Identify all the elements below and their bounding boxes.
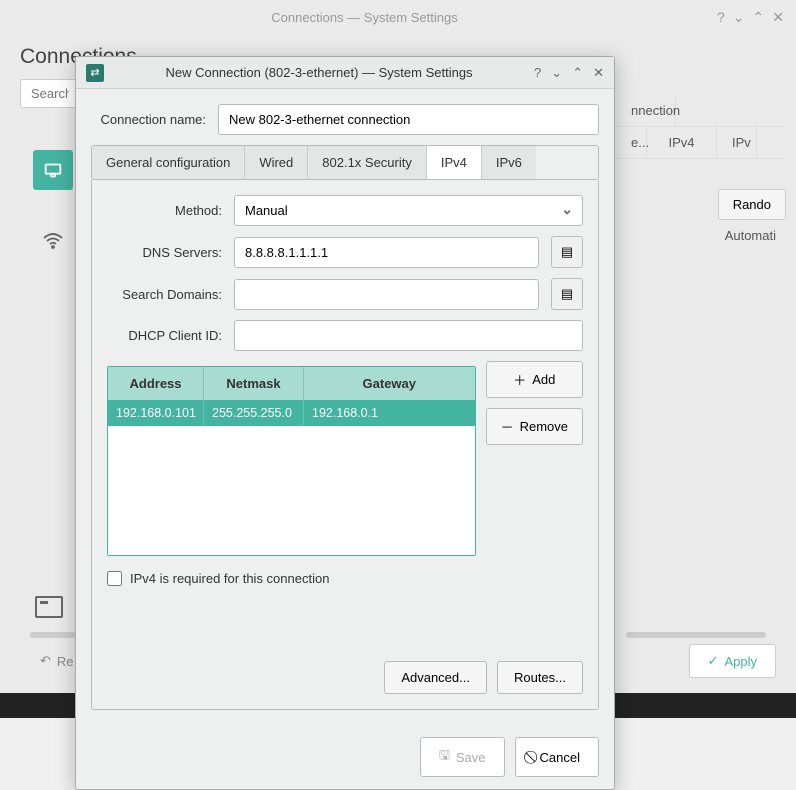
dialog-titlebar-controls: ? ⌄ ⌃ ✕ [534, 65, 604, 81]
dialog-minimize-icon[interactable]: ⌄ [551, 65, 562, 81]
dialog-help-icon[interactable]: ? [534, 65, 541, 81]
remove-button[interactable]: － Remove [486, 408, 583, 445]
routes-button[interactable]: Routes... [497, 661, 583, 694]
export-icon[interactable] [35, 596, 63, 618]
undo-icon: ↶ [40, 653, 51, 669]
tab-ipv6[interactable]: IPv6 [482, 146, 536, 179]
cell-netmask[interactable]: 255.255.255.0 [204, 400, 304, 426]
table-header: Address Netmask Gateway [108, 367, 475, 400]
minus-icon: － [501, 417, 514, 436]
wifi-icon[interactable] [33, 220, 73, 260]
tab-wired[interactable]: Wired [245, 146, 308, 179]
dialog-body: Connection name: General configuration W… [76, 89, 614, 725]
table-action-buttons: ＋ Add － Remove [486, 361, 583, 445]
search-domains-input[interactable] [234, 279, 539, 310]
scrollbar-left[interactable] [30, 632, 80, 638]
dhcp-client-id-input[interactable] [234, 320, 583, 351]
add-button[interactable]: ＋ Add [486, 361, 583, 398]
ipv4-tab-content: Method: Manual DNS Servers: ▤ Search Dom… [91, 180, 599, 710]
background-right-panel: nnection e... IPv4 IPv Rando Automati [616, 95, 786, 251]
save-icon: 🖫 [439, 746, 450, 768]
dialog-app-icon: ⇄ [86, 64, 104, 82]
edit-list-icon: ▤ [561, 286, 573, 302]
header-gateway[interactable]: Gateway [304, 367, 475, 400]
ethernet-icon[interactable] [33, 150, 73, 190]
dns-servers-label: DNS Servers: [107, 245, 222, 260]
main-titlebar-controls: ? ⌄ ⌃ ✕ [717, 9, 784, 26]
dhcp-client-id-label: DHCP Client ID: [107, 328, 222, 343]
dialog-tabs: General configuration Wired 802.1x Secur… [91, 145, 599, 180]
bg-tab-connection[interactable]: nnection [616, 95, 676, 126]
save-button[interactable]: 🖫 Save [420, 737, 505, 777]
header-address[interactable]: Address [108, 367, 204, 400]
header-netmask[interactable]: Netmask [204, 367, 304, 400]
apply-button[interactable]: ✓ Apply [689, 644, 776, 678]
connection-name-label: Connection name: [91, 112, 206, 127]
ipv4-required-row: IPv4 is required for this connection [107, 571, 583, 586]
cell-gateway[interactable]: 192.168.0.1 [304, 400, 475, 426]
method-label: Method: [107, 203, 222, 218]
tab-general[interactable]: General configuration [92, 146, 245, 179]
dns-servers-input[interactable] [234, 237, 539, 268]
maximize-icon[interactable]: ⌃ [753, 9, 765, 26]
ipv4-required-checkbox[interactable] [107, 571, 122, 586]
close-icon[interactable]: ✕ [772, 9, 784, 26]
tab-security[interactable]: 802.1x Security [308, 146, 427, 179]
ip-address-table: Address Netmask Gateway 192.168.0.101 25… [107, 366, 476, 556]
automatic-label: Automati [616, 220, 786, 251]
scrollbar-right[interactable] [626, 632, 766, 638]
connection-type-sidebar [25, 120, 80, 260]
dialog-titlebar: ⇄ New Connection (802-3-ethernet) — Syst… [76, 57, 614, 89]
search-input[interactable] [20, 79, 80, 108]
ipv4-required-label[interactable]: IPv4 is required for this connection [130, 571, 329, 586]
bg-tab-ipv6[interactable]: IPv [717, 127, 757, 158]
bg-bottom-icon-area [35, 596, 63, 618]
plus-icon: ＋ [513, 370, 526, 389]
search-domains-label: Search Domains: [107, 287, 222, 302]
bg-tab-ipv4[interactable]: IPv4 [647, 127, 717, 158]
main-titlebar: Connections — System Settings ? ⌄ ⌃ ✕ [0, 0, 796, 35]
dialog-title: New Connection (802-3-ethernet) — System… [104, 65, 534, 80]
advanced-button[interactable]: Advanced... [384, 661, 487, 694]
table-row[interactable]: 192.168.0.101 255.255.255.0 192.168.0.1 [108, 400, 475, 426]
new-connection-dialog: ⇄ New Connection (802-3-ethernet) — Syst… [75, 56, 615, 790]
tab-ipv4[interactable]: IPv4 [427, 146, 482, 179]
dialog-close-icon[interactable]: ✕ [593, 65, 604, 81]
dialog-maximize-icon[interactable]: ⌃ [572, 65, 583, 81]
cell-address[interactable]: 192.168.0.101 [108, 400, 204, 426]
cancel-button[interactable]: ⃠ Cancel [515, 737, 599, 777]
help-icon[interactable]: ? [717, 9, 725, 26]
method-select[interactable]: Manual [234, 195, 583, 226]
search-domains-edit-button[interactable]: ▤ [551, 278, 583, 310]
dns-edit-button[interactable]: ▤ [551, 236, 583, 268]
randomize-button[interactable]: Rando [718, 189, 786, 220]
connection-name-input[interactable] [218, 104, 599, 135]
tab-footer: Advanced... Routes... [107, 661, 583, 694]
bg-tab-wired[interactable]: e... [616, 127, 647, 158]
check-icon: ✓ [708, 653, 719, 669]
edit-list-icon: ▤ [561, 244, 573, 260]
minimize-icon[interactable]: ⌄ [733, 9, 745, 26]
main-window-title: Connections — System Settings [12, 10, 717, 25]
dialog-footer: 🖫 Save ⃠ Cancel [76, 725, 614, 789]
